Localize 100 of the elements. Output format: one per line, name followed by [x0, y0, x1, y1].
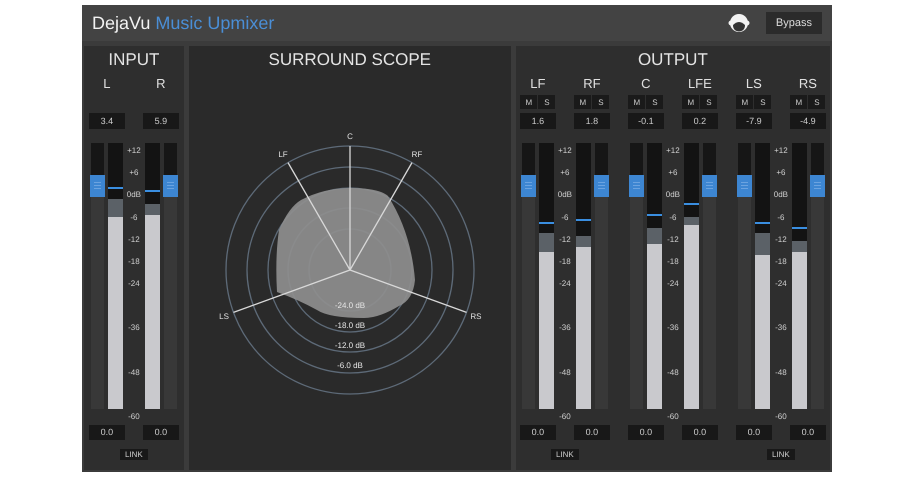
panel-title: OUTPUT: [638, 49, 708, 71]
gain-field[interactable]: 0.0: [88, 425, 125, 440]
scale-label: -24: [127, 279, 141, 289]
fader-thumb[interactable]: [594, 174, 609, 197]
mute-button[interactable]: M: [520, 95, 538, 109]
ring-label: -6.0 dB: [336, 361, 363, 370]
level-readout: -0.1: [628, 113, 664, 129]
scale-label: -60: [558, 412, 572, 422]
gain-field[interactable]: 0.0: [736, 425, 772, 440]
link-button[interactable]: LINK: [550, 449, 579, 460]
link-button[interactable]: LINK: [120, 449, 148, 460]
mute-button[interactable]: M: [574, 95, 592, 109]
scale-label: 0dB: [126, 190, 142, 200]
scale-label: -36: [666, 323, 680, 334]
scale-label: -48: [127, 368, 141, 378]
solo-button[interactable]: S: [538, 95, 556, 109]
scale-label: +6: [775, 168, 786, 178]
scale-label: -18: [558, 256, 572, 267]
channel-name: C: [641, 76, 651, 92]
mute-button[interactable]: M: [790, 95, 808, 109]
mute-button[interactable]: M: [682, 95, 700, 109]
fader-track[interactable]: [738, 143, 751, 409]
scale-label: +6: [667, 168, 678, 178]
fader-thumb[interactable]: [90, 174, 105, 197]
scale-label: -18: [127, 256, 141, 267]
scale-label: +12: [773, 146, 789, 156]
channel-name: LS: [746, 76, 762, 92]
scale-label: +12: [557, 146, 573, 156]
product-name: Music Upmixer: [155, 12, 274, 34]
channel-name: RS: [798, 76, 817, 92]
scale-label: -12: [558, 234, 572, 245]
scale-label: -36: [774, 323, 788, 334]
axis-label: LS: [218, 312, 229, 321]
solo-button[interactable]: S: [700, 95, 718, 109]
scale-label: +6: [559, 168, 570, 178]
scale-label: -60: [666, 412, 680, 422]
gain-field[interactable]: 0.0: [142, 425, 179, 440]
channel-name: RF: [583, 76, 601, 92]
scale-label: -18: [774, 256, 788, 267]
fader-track[interactable]: [90, 143, 104, 409]
mute-button[interactable]: M: [736, 95, 754, 109]
fader-thumb[interactable]: [736, 174, 752, 197]
scale-label: +12: [126, 146, 142, 156]
scale-label: -60: [127, 412, 141, 422]
fader-thumb[interactable]: [628, 174, 644, 197]
level-readout: 5.9: [142, 113, 179, 129]
fader-track[interactable]: [810, 143, 824, 409]
scale-label: -36: [558, 323, 572, 334]
scale-label: -60: [774, 412, 788, 422]
panel-title: INPUT: [108, 49, 160, 71]
solo-button[interactable]: S: [592, 95, 610, 109]
fader-track[interactable]: [594, 143, 608, 409]
axis-label: RS: [470, 312, 482, 321]
scale-label: -24: [558, 279, 572, 289]
axis-label: C: [346, 132, 353, 141]
scale-label: -6: [129, 212, 138, 222]
ring-label: -24.0 dB: [334, 301, 365, 310]
fader-track[interactable]: [630, 143, 643, 409]
axis-label: RF: [411, 150, 422, 159]
fader-track[interactable]: [702, 143, 716, 409]
solo-button[interactable]: S: [646, 95, 664, 109]
scale-label: +6: [128, 168, 140, 178]
channel-name: L: [103, 76, 110, 92]
channel-name: LFE: [688, 76, 712, 92]
solo-button[interactable]: S: [808, 95, 826, 109]
fader-track[interactable]: [522, 143, 535, 409]
gain-field[interactable]: 0.0: [682, 425, 718, 440]
ring-label: -18.0 dB: [334, 321, 365, 330]
level-readout: 1.8: [574, 113, 610, 129]
scale-label: -12: [774, 234, 788, 245]
fader-thumb[interactable]: [520, 174, 536, 197]
scale-label: -6: [560, 212, 570, 222]
scale-label: -6: [776, 212, 786, 222]
mute-button[interactable]: M: [628, 95, 646, 109]
fader-thumb[interactable]: [702, 174, 717, 197]
gain-field[interactable]: 0.0: [790, 425, 826, 440]
fader-thumb[interactable]: [810, 174, 825, 197]
scale-label: -12: [666, 234, 680, 245]
fader-track[interactable]: [164, 143, 177, 409]
gain-field[interactable]: 0.0: [628, 425, 664, 440]
gain-field[interactable]: 0.0: [520, 425, 556, 440]
fader-thumb[interactable]: [162, 174, 178, 197]
brand-name: DejaVu: [92, 12, 150, 34]
panel-title: SURROUND SCOPE: [268, 49, 431, 71]
scale-label: -36: [127, 323, 141, 334]
level-readout: -4.9: [790, 113, 826, 129]
gain-field[interactable]: 0.0: [574, 425, 610, 440]
bypass-button[interactable]: Bypass: [766, 12, 822, 34]
scale-label: 0dB: [556, 190, 573, 200]
scale-label: -24: [666, 279, 680, 289]
level-readout: 0.2: [682, 113, 718, 129]
level-readout: -7.9: [736, 113, 772, 129]
solo-button[interactable]: S: [754, 95, 772, 109]
channel-name: R: [156, 76, 166, 92]
scale-label: -18: [666, 256, 680, 267]
level-readout: 3.4: [88, 113, 125, 129]
head-icon: [728, 12, 750, 34]
scale-label: -6: [668, 212, 678, 222]
axis-label: LF: [278, 150, 288, 159]
link-button[interactable]: LINK: [766, 449, 795, 460]
